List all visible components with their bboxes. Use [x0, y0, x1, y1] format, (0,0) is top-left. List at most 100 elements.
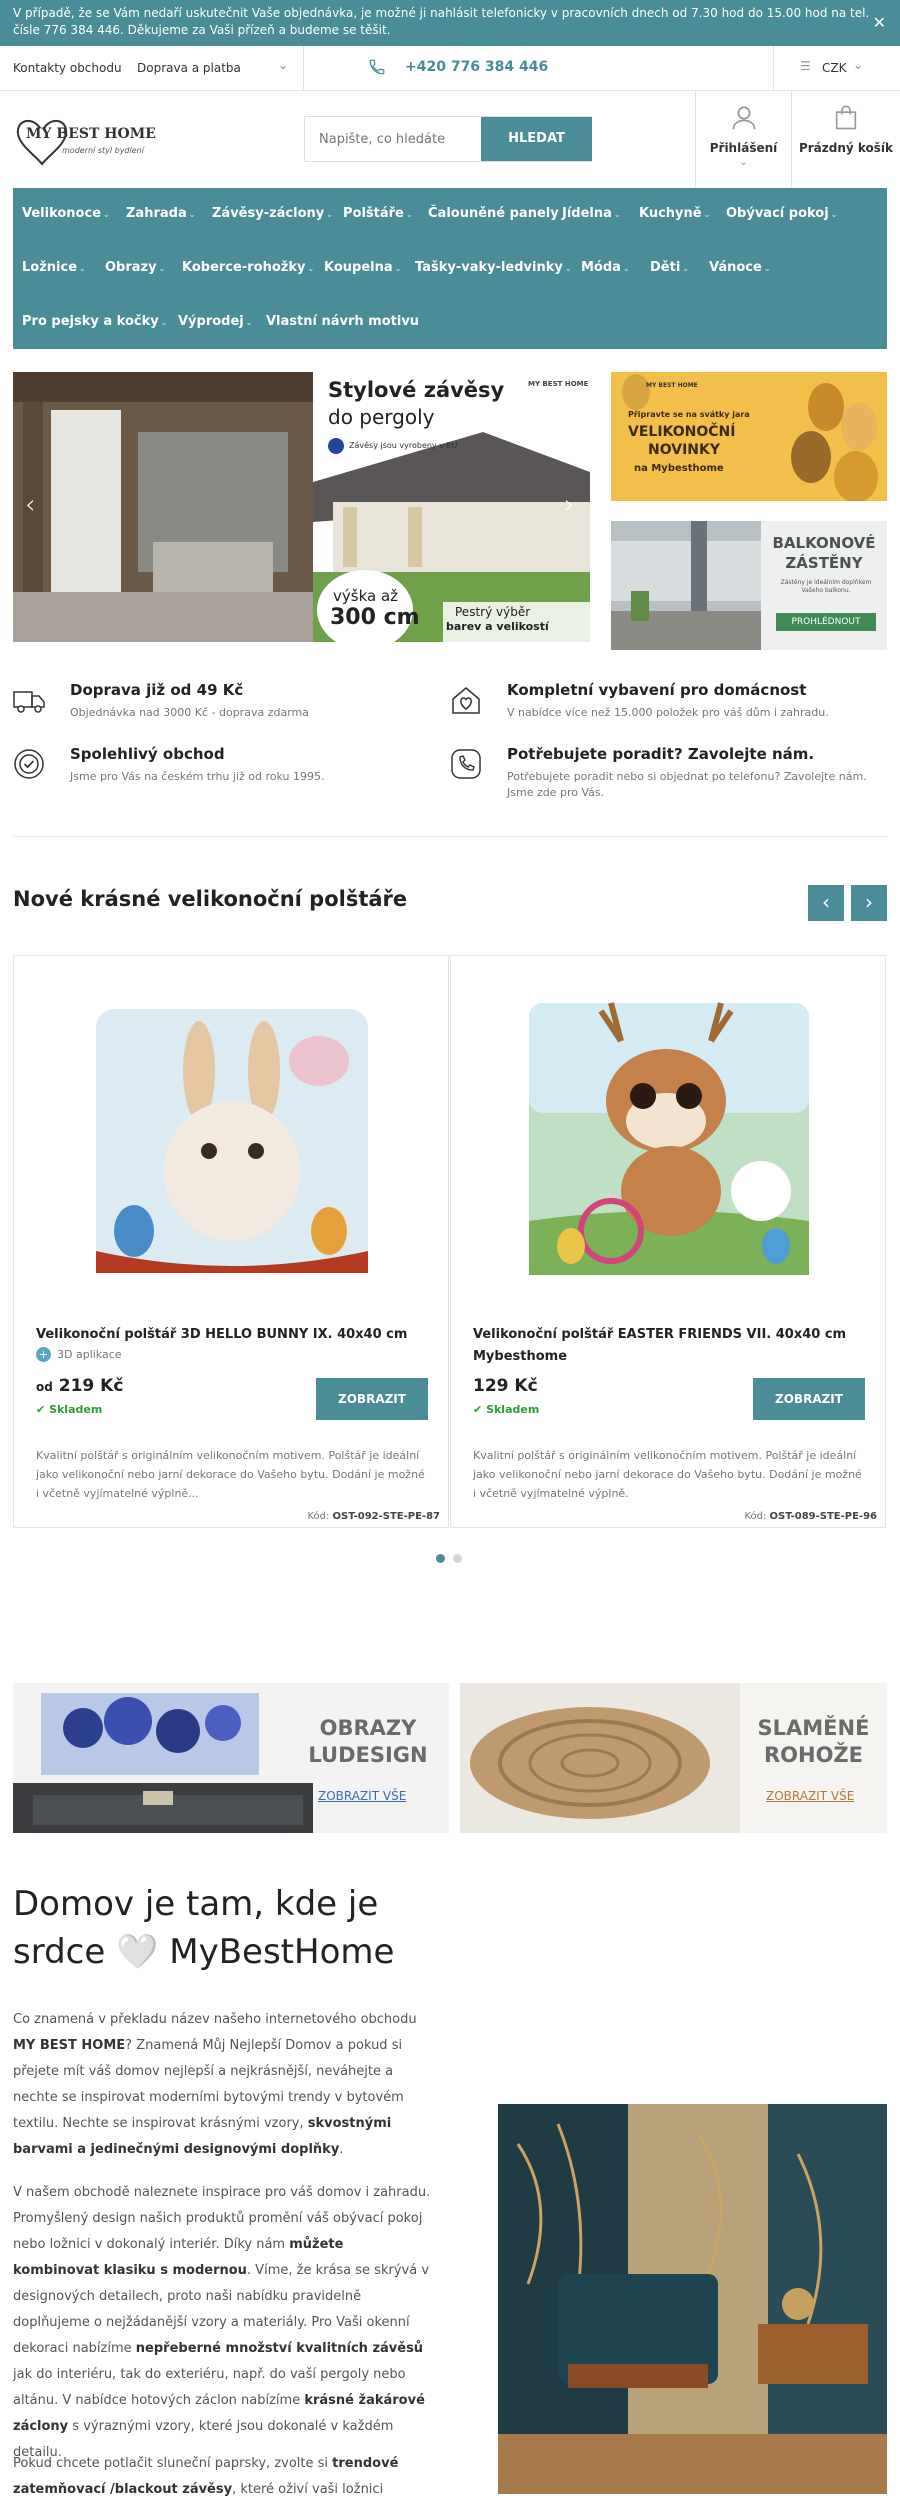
chevron-down-icon: ⌄: [763, 264, 771, 273]
chevron-down-icon[interactable]: ⌄: [278, 58, 288, 72]
category-link[interactable]: ZOBRAZIT VŠE: [318, 1789, 406, 1803]
phone-icon: [449, 747, 483, 781]
shipping-link[interactable]: Doprava a platba: [137, 61, 241, 75]
phone-number[interactable]: +420 776 384 446: [405, 59, 548, 75]
about-heading: Domov je tam, kde je srdce 🤍 MyBestHome: [13, 1884, 395, 1972]
nav-item[interactable]: Děti ⌄: [650, 260, 689, 275]
height-label: výška až: [333, 587, 399, 605]
balcony-screens-banner[interactable]: BALKONOVÉ ZÁSTĚNY Zástěny je ideálním do…: [611, 521, 887, 650]
contacts-link[interactable]: Kontakty obchodu: [13, 61, 122, 75]
banner-line2: NOVINKY: [648, 442, 720, 458]
slider-brand: MY BEST HOME: [528, 380, 589, 388]
search-box: HLEDAT: [304, 116, 592, 162]
shopping-bag-icon: [792, 103, 900, 136]
product-name[interactable]: Velikonoční polštář EASTER FRIENDS VII. …: [473, 1324, 863, 1368]
nav-item[interactable]: Polštáře ⌄: [343, 206, 413, 221]
show-button[interactable]: ZOBRAZIT: [753, 1378, 865, 1420]
feature-reliable: Spolehlivý obchod Jsme pro Vás na českém…: [14, 745, 325, 785]
banner-brand: MY BEST HOME: [646, 382, 698, 389]
bunny-pillow-image: [96, 1009, 368, 1273]
logo-tagline: moderní styl bydlení: [62, 146, 144, 155]
about-paragraph-3: Pokud chcete potlačit sluneční paprsky, …: [13, 2456, 399, 2497]
about-paragraph-2: V našem obchodě naleznete inspirace pro …: [13, 2185, 431, 2460]
chevron-down-icon: ⌄: [830, 210, 838, 219]
banner-line1: VELIKONOČNÍ: [628, 424, 736, 440]
nav-item[interactable]: Ložnice ⌄: [22, 260, 86, 275]
deer-pillow-image: [529, 1002, 809, 1275]
nav-item[interactable]: Kuchyně ⌄: [639, 206, 710, 221]
chevron-down-icon[interactable]: ⌄: [853, 58, 863, 72]
nav-item[interactable]: Velikonoce ⌄: [22, 206, 110, 221]
category-title: LUDESIGN: [308, 1743, 428, 1767]
chevron-down-icon: ⌄: [160, 318, 168, 327]
nav-item[interactable]: Jídelna ⌄: [562, 206, 621, 221]
product-card[interactable]: Velikonoční polštář 3D HELLO BUNNY IX. 4…: [13, 955, 449, 1528]
quality-badge-icon: [12, 747, 46, 781]
carousel-next-button[interactable]: ›: [851, 885, 887, 921]
pergola-image: [13, 372, 590, 642]
nav-item[interactable]: Obývací pokoj ⌄: [726, 206, 837, 221]
product-desc: Kvalitní polštář s originálním velikonoč…: [473, 1449, 862, 1500]
nav-item[interactable]: Výprodej ⌄: [178, 314, 252, 329]
nav-item[interactable]: Zahrada ⌄: [126, 206, 195, 221]
category-link[interactable]: ZOBRAZIT VŠE: [766, 1789, 854, 1803]
slider-badge: Závěsy jsou vyrobeny v EU: [349, 441, 458, 450]
nav-item[interactable]: Vánoce ⌄: [709, 260, 771, 275]
search-input[interactable]: [305, 117, 481, 161]
nav-item[interactable]: Móda ⌄: [581, 260, 630, 275]
stock-status: ✔ Skladem: [36, 1403, 103, 1416]
banner2-cta[interactable]: PROHLÉDNOUT: [776, 613, 876, 631]
nav-item[interactable]: Koupelna ⌄: [324, 260, 401, 275]
section-title: Nové krásné velikonoční polštáře: [13, 887, 408, 911]
nav-item[interactable]: Koberce-rohožky ⌄: [182, 260, 314, 275]
interior-image: [498, 2104, 887, 2494]
chevron-down-icon: ⌄: [564, 264, 572, 273]
easter-news-banner[interactable]: Připravte se na svátky jara VELIKONOČNÍ …: [611, 372, 887, 501]
nav-item[interactable]: Obrazy ⌄: [105, 260, 165, 275]
house-heart-icon: [449, 683, 483, 717]
chevron-down-icon: ⌄: [326, 210, 333, 219]
height-value: 300 cm: [330, 605, 420, 630]
close-icon[interactable]: ✕: [873, 14, 886, 31]
currency-icon: ☰: [800, 59, 811, 73]
delivery-truck-icon: [12, 683, 46, 717]
show-button[interactable]: ZOBRAZIT: [316, 1378, 428, 1420]
cart-button[interactable]: Prázdný košík: [791, 91, 900, 187]
logo[interactable]: MY BEST HOME moderní styl bydlení: [12, 110, 162, 170]
chevron-down-icon: ⌄: [79, 264, 86, 273]
nav-item[interactable]: Čalouněné panely: [428, 206, 559, 221]
product-tag: +3D aplikace: [36, 1347, 122, 1362]
category-title: SLAMĚNÉ: [757, 1716, 870, 1740]
carousel-prev-button[interactable]: ‹: [808, 885, 844, 921]
chevron-down-icon: ⌄: [158, 264, 166, 273]
feature-title: Potřebujete poradit? Zavolejte nám.: [507, 745, 815, 763]
product-name[interactable]: Velikonoční polštář 3D HELLO BUNNY IX. 4…: [36, 1324, 426, 1346]
carousel-dot[interactable]: [453, 1554, 462, 1563]
chevron-down-icon: ⌄: [703, 210, 711, 219]
category-banner-paintings[interactable]: OBRAZY LUDESIGN ZOBRAZIT VŠE: [13, 1683, 449, 1833]
hero-slider[interactable]: Stylové závěsy do pergoly Závěsy jsou vy…: [13, 372, 590, 642]
nav-item[interactable]: Pro pejsky a kočky ⌄: [22, 314, 167, 329]
carousel-dot-active[interactable]: [436, 1554, 445, 1563]
plus-icon: +: [36, 1347, 51, 1362]
chevron-down-icon: ⌄: [622, 264, 630, 273]
chevron-down-icon: ⌄: [245, 318, 253, 327]
search-button[interactable]: HLEDAT: [481, 117, 592, 161]
nav-item[interactable]: Vlastní návrh motivu: [266, 314, 419, 329]
category-banner-mats[interactable]: SLAMĚNÉ ROHOŽE ZOBRAZIT VŠE: [460, 1683, 887, 1833]
feature-title: Doprava již od 49 Kč: [70, 681, 244, 699]
chevron-down-icon: ⌄: [103, 210, 110, 219]
banner2-line2: ZÁSTĚNY: [785, 554, 863, 572]
nav-item[interactable]: Tašky-vaky-ledvinky ⌄: [415, 260, 572, 275]
currency-select[interactable]: CZK: [822, 61, 846, 75]
feature-desc: Jsme pro Vás na českém trhu již od roku …: [70, 770, 325, 783]
product-card[interactable]: Velikonoční polštář EASTER FRIENDS VII. …: [450, 955, 886, 1528]
slider-prev-arrow[interactable]: ‹: [25, 490, 35, 520]
login-button[interactable]: Přihlášení ⌄: [695, 91, 791, 187]
check-icon: ✔: [473, 1403, 483, 1416]
slider-subtitle: do pergoly: [328, 405, 435, 429]
chevron-down-icon: ⌄: [405, 210, 413, 219]
slider-next-arrow[interactable]: ›: [564, 490, 574, 520]
nav-item[interactable]: Závěsy-záclony ⌄: [212, 206, 333, 221]
check-icon: ✔: [36, 1403, 46, 1416]
